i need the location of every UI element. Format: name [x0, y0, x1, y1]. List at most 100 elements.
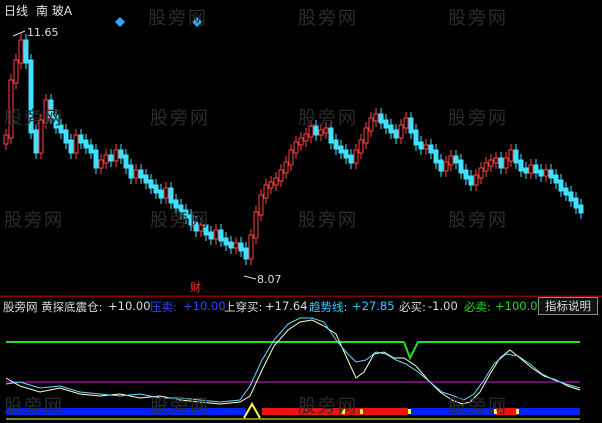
indicator-v5: -1.00: [428, 299, 458, 313]
candle-body: [368, 117, 374, 132]
candle-body: [458, 159, 464, 174]
candle-body: [513, 149, 519, 164]
candle-body: [88, 144, 94, 154]
candle-body: [343, 149, 349, 159]
indicator-explain-button[interactable]: 指标说明: [538, 297, 598, 315]
green-level-line-dip: [403, 341, 580, 361]
candle-body: [158, 189, 164, 199]
candle-body: [108, 154, 114, 162]
candle-body: [83, 139, 89, 149]
yellow-signal-peak: [243, 401, 261, 419]
candle-body: [428, 144, 434, 154]
watermark: 股旁网: [4, 210, 64, 231]
candle-body: [438, 159, 444, 172]
candle-body: [298, 137, 304, 146]
signal-tick: [408, 409, 411, 414]
candle-body: [63, 129, 69, 144]
watermark: 股旁网: [150, 108, 210, 129]
candle-body: [228, 241, 234, 249]
candle-body: [3, 134, 9, 145]
candle-body: [528, 164, 534, 174]
candle-body: [243, 247, 249, 260]
candle-body: [463, 169, 469, 180]
candle-body: [473, 174, 479, 186]
candle-body: [338, 145, 344, 154]
indicator-name: 股旁网 黄探底震仓:: [3, 300, 103, 314]
signal-tick: [516, 409, 519, 414]
indicator-header: 股旁网 黄探底震仓: +10.00 压卖: +10.00 上穿买: +17.64…: [0, 296, 602, 315]
candle-body: [18, 39, 24, 64]
candle-body: [378, 113, 384, 124]
candle-body: [238, 242, 244, 252]
low-price-label: 8.07: [257, 273, 282, 286]
candle-body: [318, 129, 324, 136]
candle-body: [278, 169, 284, 182]
period-label[interactable]: 日线: [4, 2, 28, 19]
indicator-v1: +10.00: [108, 299, 151, 313]
candle-body: [523, 167, 529, 174]
candle-body: [393, 129, 399, 139]
watermark: 股旁网: [448, 396, 508, 417]
candle-body: [213, 229, 219, 240]
candle-body: [418, 141, 424, 150]
candle-body: [408, 117, 414, 134]
signal-tick: [360, 409, 363, 414]
high-pointer: [12, 30, 26, 37]
candle-body: [113, 149, 119, 162]
candle-body: [383, 119, 389, 129]
finance-marker[interactable]: 财: [190, 279, 201, 295]
candle-body: [533, 164, 539, 174]
watermark: 股旁网: [298, 210, 358, 231]
candle-body: [13, 59, 19, 84]
high-price-label: 11.65: [27, 26, 59, 39]
candle-body: [558, 179, 564, 192]
candle-body: [148, 179, 154, 189]
candle-body: [413, 129, 419, 146]
indicator-label2: 压卖:: [150, 300, 177, 314]
candle-body: [363, 127, 369, 144]
indicator-v3: +17.64: [265, 299, 308, 313]
candle-body: [493, 157, 499, 164]
candle-body: [168, 187, 174, 204]
indicator-label6: 必卖:: [464, 300, 491, 314]
indicator-v6: +100.0: [495, 299, 538, 313]
candle-body: [448, 155, 454, 166]
candle-body: [303, 133, 309, 142]
candle-body: [553, 174, 559, 184]
candle-body: [103, 154, 109, 164]
candle-body: [208, 231, 214, 240]
candle-body: [498, 157, 504, 169]
candle-body: [283, 161, 289, 174]
indicator-v4: +27.85: [352, 299, 395, 313]
candle-body: [403, 117, 409, 129]
candle-body: [33, 129, 39, 154]
trend-line-cyan: [5, 317, 581, 403]
candle-body: [573, 197, 579, 209]
candle-body: [468, 175, 474, 186]
candle-body: [373, 113, 379, 122]
stock-name: 南 玻A: [36, 4, 73, 18]
candle-body: [118, 149, 124, 159]
candle-body: [483, 162, 489, 172]
watermark: 股旁网: [4, 396, 64, 417]
candle-body: [433, 149, 439, 164]
candle-body: [163, 187, 169, 199]
candle-body: [253, 211, 259, 239]
candle-body: [73, 134, 79, 154]
low-pointer: [243, 275, 257, 280]
signal-band-blue: [518, 408, 580, 415]
candle-body: [423, 144, 429, 150]
candle-body: [123, 154, 129, 169]
candle-body: [133, 169, 139, 179]
candle-body: [78, 134, 84, 144]
candle-body: [93, 149, 99, 169]
candle-body: [548, 169, 554, 179]
watermark: 股旁网: [448, 108, 508, 129]
indicator-v2: +10.00: [183, 299, 226, 313]
watermark: 股旁网: [298, 8, 358, 29]
signal-diamond: [115, 17, 125, 27]
candle-body: [263, 184, 269, 199]
indicator-label5: 必买:: [399, 300, 426, 314]
candle-body: [258, 194, 264, 216]
candle-body: [68, 139, 74, 154]
